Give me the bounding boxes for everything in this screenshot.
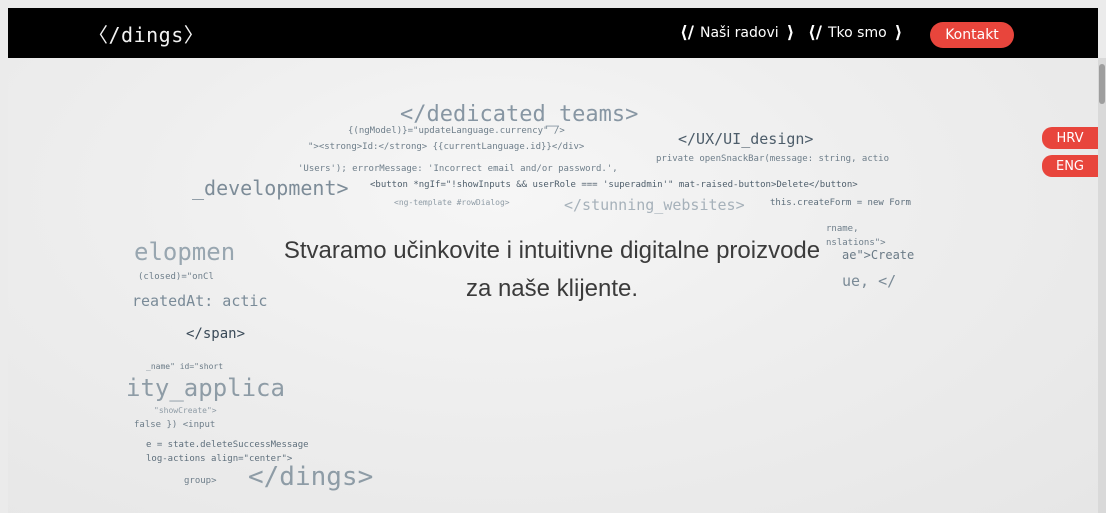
nav-bracket-close: ⟩ — [894, 23, 903, 43]
code-line-5: <ng-template #rowDialog> — [394, 198, 510, 207]
nav-link-nasi-radovi[interactable]: ⟨/ Naši radovi ⟩ — [680, 8, 794, 58]
code-dings: </dings> — [248, 462, 374, 492]
code-line-14: "showCreate"> — [154, 406, 217, 415]
code-line-6: private openSnackBar(message: string, ac… — [656, 154, 889, 164]
nav-link-label: Tko smo — [827, 25, 887, 41]
code-line-13: _name" id="short — [146, 362, 224, 371]
code-line-15: false }) <input — [134, 420, 216, 430]
code-dedicated-teams: </dedicated_teams> — [400, 102, 639, 127]
code-line-18: group> — [184, 476, 217, 486]
code-line-7: this.createForm = new Form — [770, 198, 911, 208]
code-line-3: 'Users'); errorMessage: 'Incorrect email… — [298, 164, 618, 174]
nav-link-tko-smo[interactable]: ⟨/ Tko smo ⟩ — [808, 8, 902, 58]
nav-bracket-open: ⟨/ — [808, 23, 822, 43]
code-span: </span> — [186, 326, 246, 342]
nav-bracket-open: ⟨/ — [680, 23, 694, 43]
page: 〈/dings〉 ⟨/ Naši radovi ⟩ ⟨/ Tko smo ⟩ K… — [0, 0, 1106, 513]
nav-link-label: Naši radovi — [699, 25, 779, 41]
code-line-4: <button *ngIf="!showInputs && userRole =… — [370, 180, 858, 190]
top-navigation-bar: 〈/dings〉 ⟨/ Naši radovi ⟩ ⟨/ Tko smo ⟩ K… — [8, 8, 1098, 58]
contact-button[interactable]: Kontakt — [930, 22, 1014, 48]
code-line-2: "><strong>Id:</strong> {{currentLanguage… — [308, 142, 585, 152]
code-line-16: e = state.deleteSuccessMessage — [146, 440, 309, 450]
vertical-scrollbar[interactable] — [1098, 58, 1106, 513]
code-line-1: {(ngModel)}="updateLanguage.currency" /> — [348, 126, 565, 136]
hero-section: </dedicated_teams> </UX/UI_design> _deve… — [8, 58, 1098, 513]
code-stunning-websites: </stunning_websites> — [564, 196, 745, 214]
language-button-eng[interactable]: ENG — [1042, 155, 1098, 177]
code-line-17: log-actions align="center"> — [146, 454, 293, 464]
code-development: _development> — [192, 176, 349, 200]
language-button-hrv[interactable]: HRV — [1042, 127, 1098, 149]
nav-bracket-close: ⟩ — [786, 23, 795, 43]
hero-tagline-text: Stvaramo učinkovite i intuitivne digital… — [283, 237, 821, 302]
code-ux-design: </UX/UI_design> — [678, 130, 814, 148]
scrollbar-thumb[interactable] — [1099, 64, 1105, 104]
code-quality-applications: ity_applica — [126, 374, 285, 402]
site-logo[interactable]: 〈/dings〉 — [88, 8, 204, 58]
hero-tagline: Stvaramo učinkovite i intuitivne digital… — [8, 232, 1098, 308]
